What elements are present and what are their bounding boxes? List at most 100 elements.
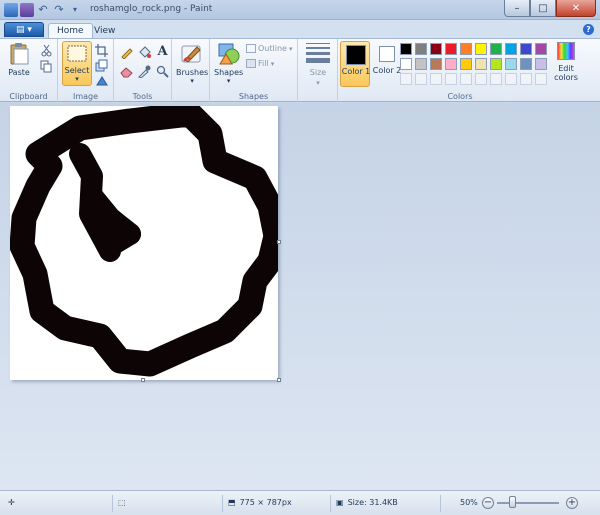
fill-bucket-icon[interactable] [138,46,151,59]
tools-group-label: Tools [132,92,153,101]
palette-swatch-custom[interactable] [490,73,502,85]
save-icon[interactable] [20,3,34,17]
color2-swatch [379,46,395,62]
quick-access-toolbar: ↶ ↷ ▾ [4,3,82,17]
rotate-icon[interactable] [95,74,108,87]
crop-icon[interactable] [95,44,108,57]
pencil-icon[interactable] [120,46,133,60]
palette-swatch[interactable] [535,43,547,55]
disk-icon: ▣ [336,498,344,507]
brushes-label: Brushes [176,68,209,77]
undo-icon[interactable]: ↶ [36,3,50,17]
status-separator [330,495,331,512]
size-lines-icon[interactable] [306,43,330,63]
paste-button[interactable]: Paste [6,42,32,77]
color-spectrum-icon [557,42,575,60]
brushes-button[interactable]: Brushes ▾ [176,42,208,85]
palette-swatch[interactable] [445,58,457,70]
paint-menu-button[interactable]: ▤ ▾ [4,22,44,37]
cut-icon[interactable] [40,44,53,57]
customize-qat-icon[interactable]: ▾ [68,3,82,17]
palette-swatch[interactable] [520,58,532,70]
cursor-position-icon: ✛ [8,498,15,507]
status-separator [222,495,223,512]
fill-button[interactable]: Fill ▾ [246,59,274,68]
palette-swatch-custom[interactable] [460,73,472,85]
palette-swatch[interactable] [445,43,457,55]
canvas-resize-handle-corner[interactable] [277,378,281,382]
palette-swatch[interactable] [400,58,412,70]
palette-swatch-custom[interactable] [415,73,427,85]
maximize-button[interactable]: □ [530,0,556,17]
palette-swatch-custom[interactable] [430,73,442,85]
palette-swatch[interactable] [505,43,517,55]
file-size: ▣ Size: 31.4KB [336,498,398,507]
drawing-canvas[interactable] [9,101,289,380]
palette-swatch[interactable] [400,43,412,55]
palette-swatch[interactable] [475,43,487,55]
palette-swatch[interactable] [415,58,427,70]
color2-button[interactable]: Color 2 [372,41,402,87]
palette-swatch[interactable] [490,58,502,70]
status-bar: ✛ ⬚ ⬒ 775 × 787px ▣ Size: 31.4KB 50% − + [0,490,600,515]
palette-swatch[interactable] [490,43,502,55]
brushes-group: Brushes ▾ [172,39,210,103]
edit-colors-button[interactable]: Edit colors [552,42,580,88]
close-button[interactable]: ✕ [556,0,596,17]
text-tool-icon[interactable]: A [156,45,169,58]
redo-icon[interactable]: ↷ [52,3,66,17]
color1-button[interactable]: Color 1 [340,41,370,87]
file-size-value: Size: 31.4KB [347,498,398,507]
palette-swatch[interactable] [460,58,472,70]
palette-swatch-custom[interactable] [400,73,412,85]
clipboard-group: Paste Clipboard [0,39,58,103]
palette-swatch-custom[interactable] [535,73,547,85]
select-button[interactable]: Select ▾ [62,41,92,86]
zoom-percent: 50% [460,498,478,507]
clipboard-group-label: Clipboard [9,92,48,101]
shapes-button[interactable]: Shapes ▾ [214,42,243,85]
image-group: Select ▾ Image [58,39,114,103]
copy-icon[interactable] [40,60,53,73]
palette-swatch[interactable] [415,43,427,55]
outline-icon [246,44,256,53]
palette-swatch[interactable] [535,58,547,70]
window-title: roshamglo_rock.png - Paint [90,4,213,14]
select-label: Select [64,66,90,75]
resize-icon[interactable] [95,59,108,72]
paint-app-icon[interactable] [4,3,18,17]
outline-button[interactable]: Outline ▾ [246,44,292,53]
canvas-resize-handle-bottom[interactable] [141,378,145,382]
brush-icon [179,42,205,66]
fill-label: Fill [258,59,269,68]
select-dropdown-icon: ▾ [75,75,79,83]
magnifier-icon[interactable] [156,65,169,78]
palette-swatch-custom[interactable] [475,73,487,85]
image-dimensions: ⬒ 775 × 787px [228,498,292,507]
color-picker-icon[interactable] [138,65,151,79]
palette-swatch-custom[interactable] [445,73,457,85]
palette-swatch-custom[interactable] [505,73,517,85]
dimensions-value: 775 × 787px [239,498,292,507]
palette-swatch[interactable] [520,43,532,55]
paste-icon [6,42,32,66]
color2-label: Color 2 [372,66,402,75]
status-separator [440,495,441,512]
palette-swatch[interactable] [475,58,487,70]
zoom-slider-thumb[interactable] [509,496,516,508]
colors-group-label: Colors [447,92,473,101]
zoom-in-button[interactable]: + [566,497,578,509]
zoom-slider-track[interactable] [497,502,559,504]
minimize-button[interactable]: – [504,0,530,17]
tab-view[interactable]: View [86,23,123,38]
help-icon[interactable]: ? [583,24,594,35]
palette-swatch[interactable] [460,43,472,55]
eraser-icon[interactable] [120,65,133,78]
palette-swatch-custom[interactable] [520,73,532,85]
canvas-resize-handle-right[interactable] [277,240,281,244]
palette-swatch[interactable] [430,58,442,70]
zoom-out-button[interactable]: − [482,497,494,509]
palette-swatch[interactable] [430,43,442,55]
selection-size-icon: ⬚ [118,498,126,507]
palette-swatch[interactable] [505,58,517,70]
